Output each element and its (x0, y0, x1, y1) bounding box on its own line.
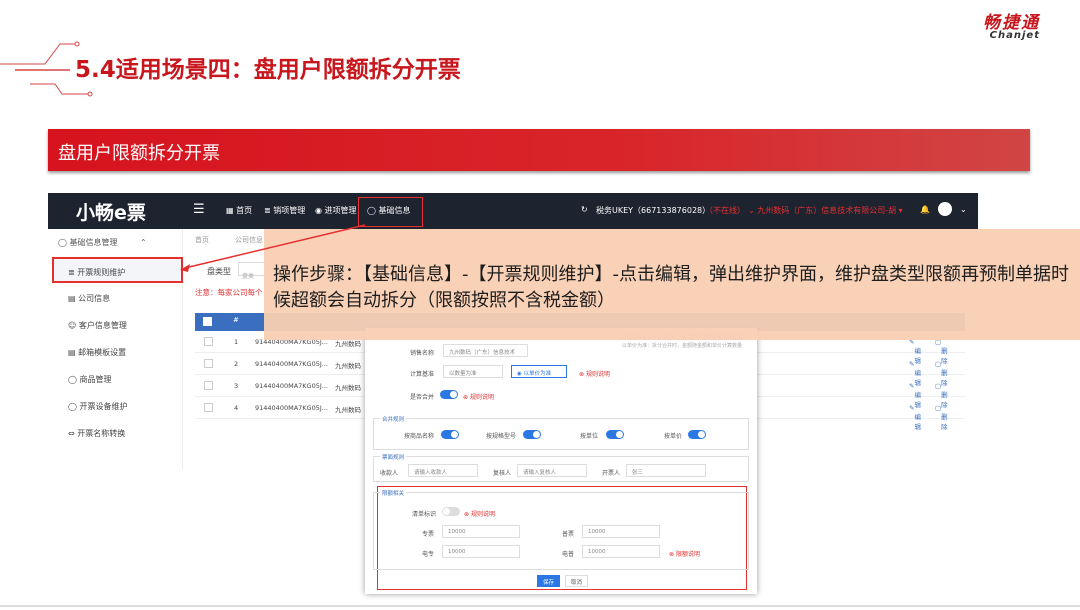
rule-link[interactable]: ⊗ 规则说明 (579, 369, 610, 378)
ukey-status: （不在线） (705, 206, 745, 215)
calc-option-qty[interactable]: 以数量为准 (443, 365, 503, 378)
dianpu-limit-input[interactable]: 10000 (582, 545, 660, 558)
merge-label: 是否合并 (410, 394, 435, 401)
zhuan-limit-input[interactable]: 10000 (442, 525, 520, 538)
receiver-input[interactable]: 请输入收款人 (408, 464, 478, 477)
col-hash: # (233, 316, 239, 324)
calc-label: 计算基准 (410, 371, 435, 378)
chanjet-logo: 畅捷通 Chanjet (983, 8, 1040, 41)
delete-link[interactable]: ▢ 删除 (935, 360, 948, 387)
footer-divider (0, 605, 1080, 607)
seller-field[interactable]: 九州数码（广东）信息技术 (443, 344, 528, 357)
merge-by-price-toggle[interactable] (688, 430, 706, 439)
checker-input[interactable]: 请输入复核人 (517, 464, 587, 477)
limit-section: 限额相关 清单标识 ⊗ 规则说明 专票 10000 普票 10000 电专 10… (373, 489, 749, 570)
merge-rule-link[interactable]: ⊗ 规则说明 (463, 392, 494, 401)
brand: 小畅e票 (76, 202, 146, 224)
list-flag-toggle[interactable] (442, 507, 460, 516)
bell-icon[interactable]: 🔔 (920, 205, 930, 214)
tab-home[interactable]: 首页 (195, 235, 209, 245)
seller-label: 销售名称 (410, 350, 435, 357)
callout-text: 操作步骤：【基础信息】-【开票规则维护】-点击编辑，弹出维护界面，维护盘类型限额… (273, 264, 1069, 311)
menu-icon[interactable]: ☰ (193, 202, 205, 217)
edit-link[interactable]: ✎ 编辑 (909, 404, 921, 431)
merge-rules-section: 合并规则 按商品名称 按规格型号 按单位 按单价 (373, 415, 749, 450)
logo-en: Chanjet (989, 30, 1040, 41)
edit-link[interactable]: ✎ 编辑 (909, 360, 921, 387)
instruction-callout: 操作步骤：【基础信息】-【开票规则维护】-点击编辑，弹出维护界面，维护盘类型限额… (264, 229, 1080, 340)
nav-highlight-box (358, 197, 423, 227)
nav-home[interactable]: ▦ 首页 (226, 205, 252, 216)
dianzhuan-limit-input[interactable]: 10000 (442, 545, 520, 558)
cancel-button[interactable]: 取消 (565, 575, 589, 587)
sidebar-item-goods[interactable]: ◯ 商品管理 (68, 374, 112, 385)
sidebar-item-customers[interactable]: ☺ 客户信息管理 (68, 320, 127, 331)
pu-limit-input[interactable]: 10000 (582, 525, 660, 538)
ukey-label: 税务UKEY（667133876028） (596, 206, 711, 215)
banner-text: 盘用户限额拆分开票 (58, 143, 220, 164)
row-checkbox[interactable] (204, 403, 213, 412)
merge-toggle[interactable] (440, 390, 458, 399)
section-banner: 盘用户限额拆分开票 (48, 129, 1030, 171)
page-title: 5.4适用场景四：盘用户限额拆分开票 (75, 57, 461, 83)
merge-by-spec-toggle[interactable] (523, 430, 541, 439)
sidebar-item-invoice-rules[interactable]: ≣ 开票规则维护 (52, 257, 183, 283)
delete-link[interactable]: ▢ 删除 (935, 382, 948, 409)
nav-purchase[interactable]: ◉ 进项管理 (315, 205, 357, 216)
limit-rule-link[interactable]: ⊗ 限额说明 (669, 549, 700, 558)
save-button[interactable]: 保存 (537, 575, 561, 587)
sidebar-item-devices[interactable]: ◯ 开票设备维护 (68, 401, 128, 412)
sidebar: ◯ 基础信息管理 ⌃ ≣ 开票规则维护 ▤ 公司信息 ☺ 客户信息管理 ▤ 邮箱… (48, 229, 183, 470)
refresh-icon[interactable]: ↻ (581, 205, 588, 214)
sidebar-item-company[interactable]: ▤ 公司信息 (68, 293, 110, 304)
avatar[interactable] (938, 202, 952, 216)
sidebar-item-name-convert[interactable]: ⇔ 开票名称转换 (68, 428, 125, 439)
top-bar: 小畅e票 ☰ ▦ 首页 ≣ 销项管理 ◉ 进项管理 ◯ 基础信息 ↻ 税务UKE… (48, 193, 978, 229)
note-text: 注意：每家公司每个 (195, 288, 263, 297)
delete-link[interactable]: ▢ 删除 (935, 404, 948, 431)
people-section: 票面规则 收款人 请输入收款人 复核人 请输入复核人 开票人 张三 (373, 453, 749, 482)
tab-company[interactable]: 公司信息 (235, 235, 263, 245)
list-rule-link[interactable]: ⊗ 规则说明 (464, 509, 495, 518)
nav-sales[interactable]: ≣ 销项管理 (264, 205, 305, 216)
row-checkbox[interactable] (204, 359, 213, 368)
sidebar-item-email[interactable]: ▤ 邮箱模板设置 (68, 347, 126, 358)
chevron-down-icon[interactable]: ⌄ (960, 205, 967, 214)
row-checkbox[interactable] (204, 381, 213, 390)
company-select[interactable]: ⌄ 九州数码（广东）信息技术有限公司-胡 ▾ (748, 205, 903, 216)
rule-edit-dialog: 销售名称 九州数码（广东）信息技术 以数量为准：拆分合并时，金额随金额变化数量计… (365, 328, 757, 594)
filter-label: 盘类型 (207, 267, 231, 276)
sidebar-head[interactable]: ◯ 基础信息管理 ⌃ (58, 237, 147, 248)
row-checkbox[interactable] (204, 337, 213, 346)
edit-link[interactable]: ✎ 编辑 (909, 382, 921, 409)
merge-by-name-toggle[interactable] (441, 430, 459, 439)
calc-option-price[interactable]: ◉ 以单价为准 (511, 365, 567, 378)
drawer-input[interactable]: 张三 (626, 464, 706, 477)
merge-by-unit-toggle[interactable] (606, 430, 624, 439)
select-all-checkbox[interactable] (203, 317, 212, 326)
